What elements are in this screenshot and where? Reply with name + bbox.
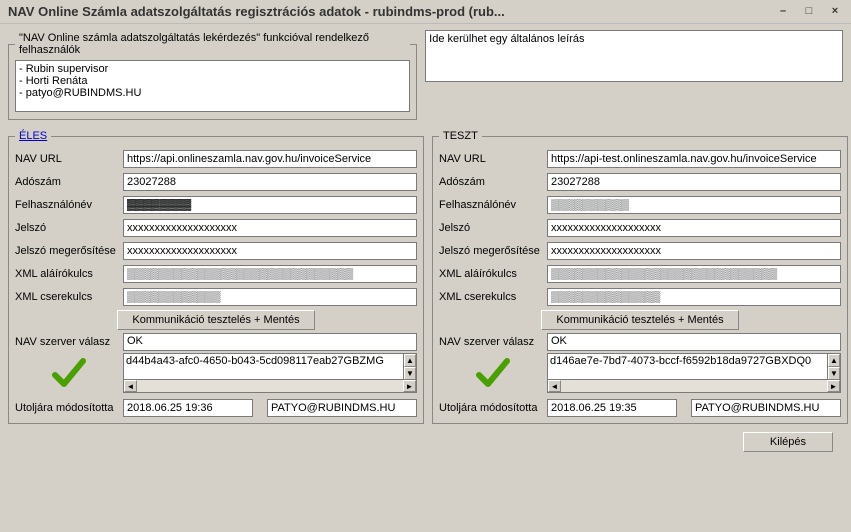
teszt-pass-input[interactable] — [547, 219, 841, 237]
teszt-user-input[interactable] — [547, 196, 841, 214]
teszt-navurl-input[interactable] — [547, 150, 841, 168]
eles-xmlalairo-label: XML aláírókulcs — [15, 268, 123, 280]
eles-user-input[interactable] — [123, 196, 417, 214]
eles-mod-label: Utoljára módosította — [15, 402, 123, 414]
teszt-detail-box[interactable]: d146ae7e-7bd7-4073-bccf-f6592b18da9727GB… — [547, 353, 841, 393]
check-icon — [473, 353, 513, 393]
teszt-pass2-label: Jelszó megerősítése — [439, 245, 547, 257]
teszt-xmlcsere-label: XML cserekulcs — [439, 291, 547, 303]
eles-xmlcsere-label: XML cserekulcs — [15, 291, 123, 303]
close-button[interactable]: × — [825, 4, 845, 20]
eles-xmlalairo-input[interactable] — [123, 265, 417, 283]
teszt-pass-label: Jelszó — [439, 222, 547, 234]
teszt-detail-hscroll[interactable]: ◄► — [548, 379, 840, 392]
eles-ok-icon — [15, 353, 123, 393]
eles-mod-ts — [123, 399, 253, 417]
teszt-xmlcsere-input[interactable] — [547, 288, 841, 306]
teszt-navurl-label: NAV URL — [439, 153, 547, 165]
eles-xmlcsere-input[interactable] — [123, 288, 417, 306]
teszt-legend: TESZT — [439, 130, 482, 142]
maximize-button[interactable]: □ — [799, 4, 819, 20]
eles-legend-link[interactable]: ÉLES — [19, 130, 47, 142]
eles-detail-hscroll[interactable]: ◄► — [124, 379, 416, 392]
eles-navurl-label: NAV URL — [15, 153, 123, 165]
eles-user-label: Felhasználónév — [15, 199, 123, 211]
description-textarea[interactable] — [425, 30, 843, 82]
exit-button[interactable]: Kilépés — [743, 432, 833, 452]
teszt-test-button[interactable]: Kommunikáció tesztelés + Mentés — [541, 310, 738, 330]
titlebar: NAV Online Számla adatszolgáltatás regis… — [0, 0, 851, 24]
users-legend: "NAV Online számla adatszolgáltatás leké… — [15, 32, 410, 56]
minimize-button[interactable]: – — [773, 4, 793, 20]
check-icon — [49, 353, 89, 393]
teszt-mod-label: Utoljára módosította — [439, 402, 547, 414]
teszt-pass2-input[interactable] — [547, 242, 841, 260]
teszt-adoszam-input[interactable] — [547, 173, 841, 191]
eles-pass2-label: Jelszó megerősítése — [15, 245, 123, 257]
eles-test-button[interactable]: Kommunikáció tesztelés + Mentés — [117, 310, 314, 330]
eles-response-label: NAV szerver válasz — [15, 336, 123, 348]
window-title: NAV Online Számla adatszolgáltatás regis… — [8, 4, 767, 19]
eles-fieldset: ÉLES NAV URL Adószám Felhasználónév Jels… — [8, 130, 424, 424]
eles-detail-box[interactable]: d44b4a43-afc0-4650-b043-5cd098117eab27GB… — [123, 353, 417, 393]
teszt-xmlalairo-input[interactable] — [547, 265, 841, 283]
teszt-fieldset: TESZT NAV URL Adószám Felhasználónév Jel… — [432, 130, 848, 424]
eles-response-box: OK — [123, 333, 417, 351]
teszt-response-label: NAV szerver válasz — [439, 336, 547, 348]
eles-adoszam-input[interactable] — [123, 173, 417, 191]
teszt-detail-vscroll[interactable]: ▲▼ — [827, 354, 840, 380]
teszt-adoszam-label: Adószám — [439, 176, 547, 188]
teszt-xmlalairo-label: XML aláírókulcs — [439, 268, 547, 280]
users-fieldset: "NAV Online számla adatszolgáltatás leké… — [8, 32, 417, 120]
eles-detail-text: d44b4a43-afc0-4650-b043-5cd098117eab27GB… — [126, 355, 402, 367]
eles-mod-who — [267, 399, 417, 417]
users-list[interactable] — [15, 60, 410, 112]
eles-pass-input[interactable] — [123, 219, 417, 237]
eles-adoszam-label: Adószám — [15, 176, 123, 188]
eles-navurl-input[interactable] — [123, 150, 417, 168]
teszt-user-label: Felhasználónév — [439, 199, 547, 211]
teszt-ok-icon — [439, 353, 547, 393]
eles-pass-label: Jelszó — [15, 222, 123, 234]
teszt-detail-text: d146ae7e-7bd7-4073-bccf-f6592b18da9727GB… — [550, 355, 826, 367]
eles-detail-vscroll[interactable]: ▲▼ — [403, 354, 416, 380]
eles-pass2-input[interactable] — [123, 242, 417, 260]
teszt-mod-who — [691, 399, 841, 417]
teszt-response-box: OK — [547, 333, 841, 351]
teszt-mod-ts — [547, 399, 677, 417]
